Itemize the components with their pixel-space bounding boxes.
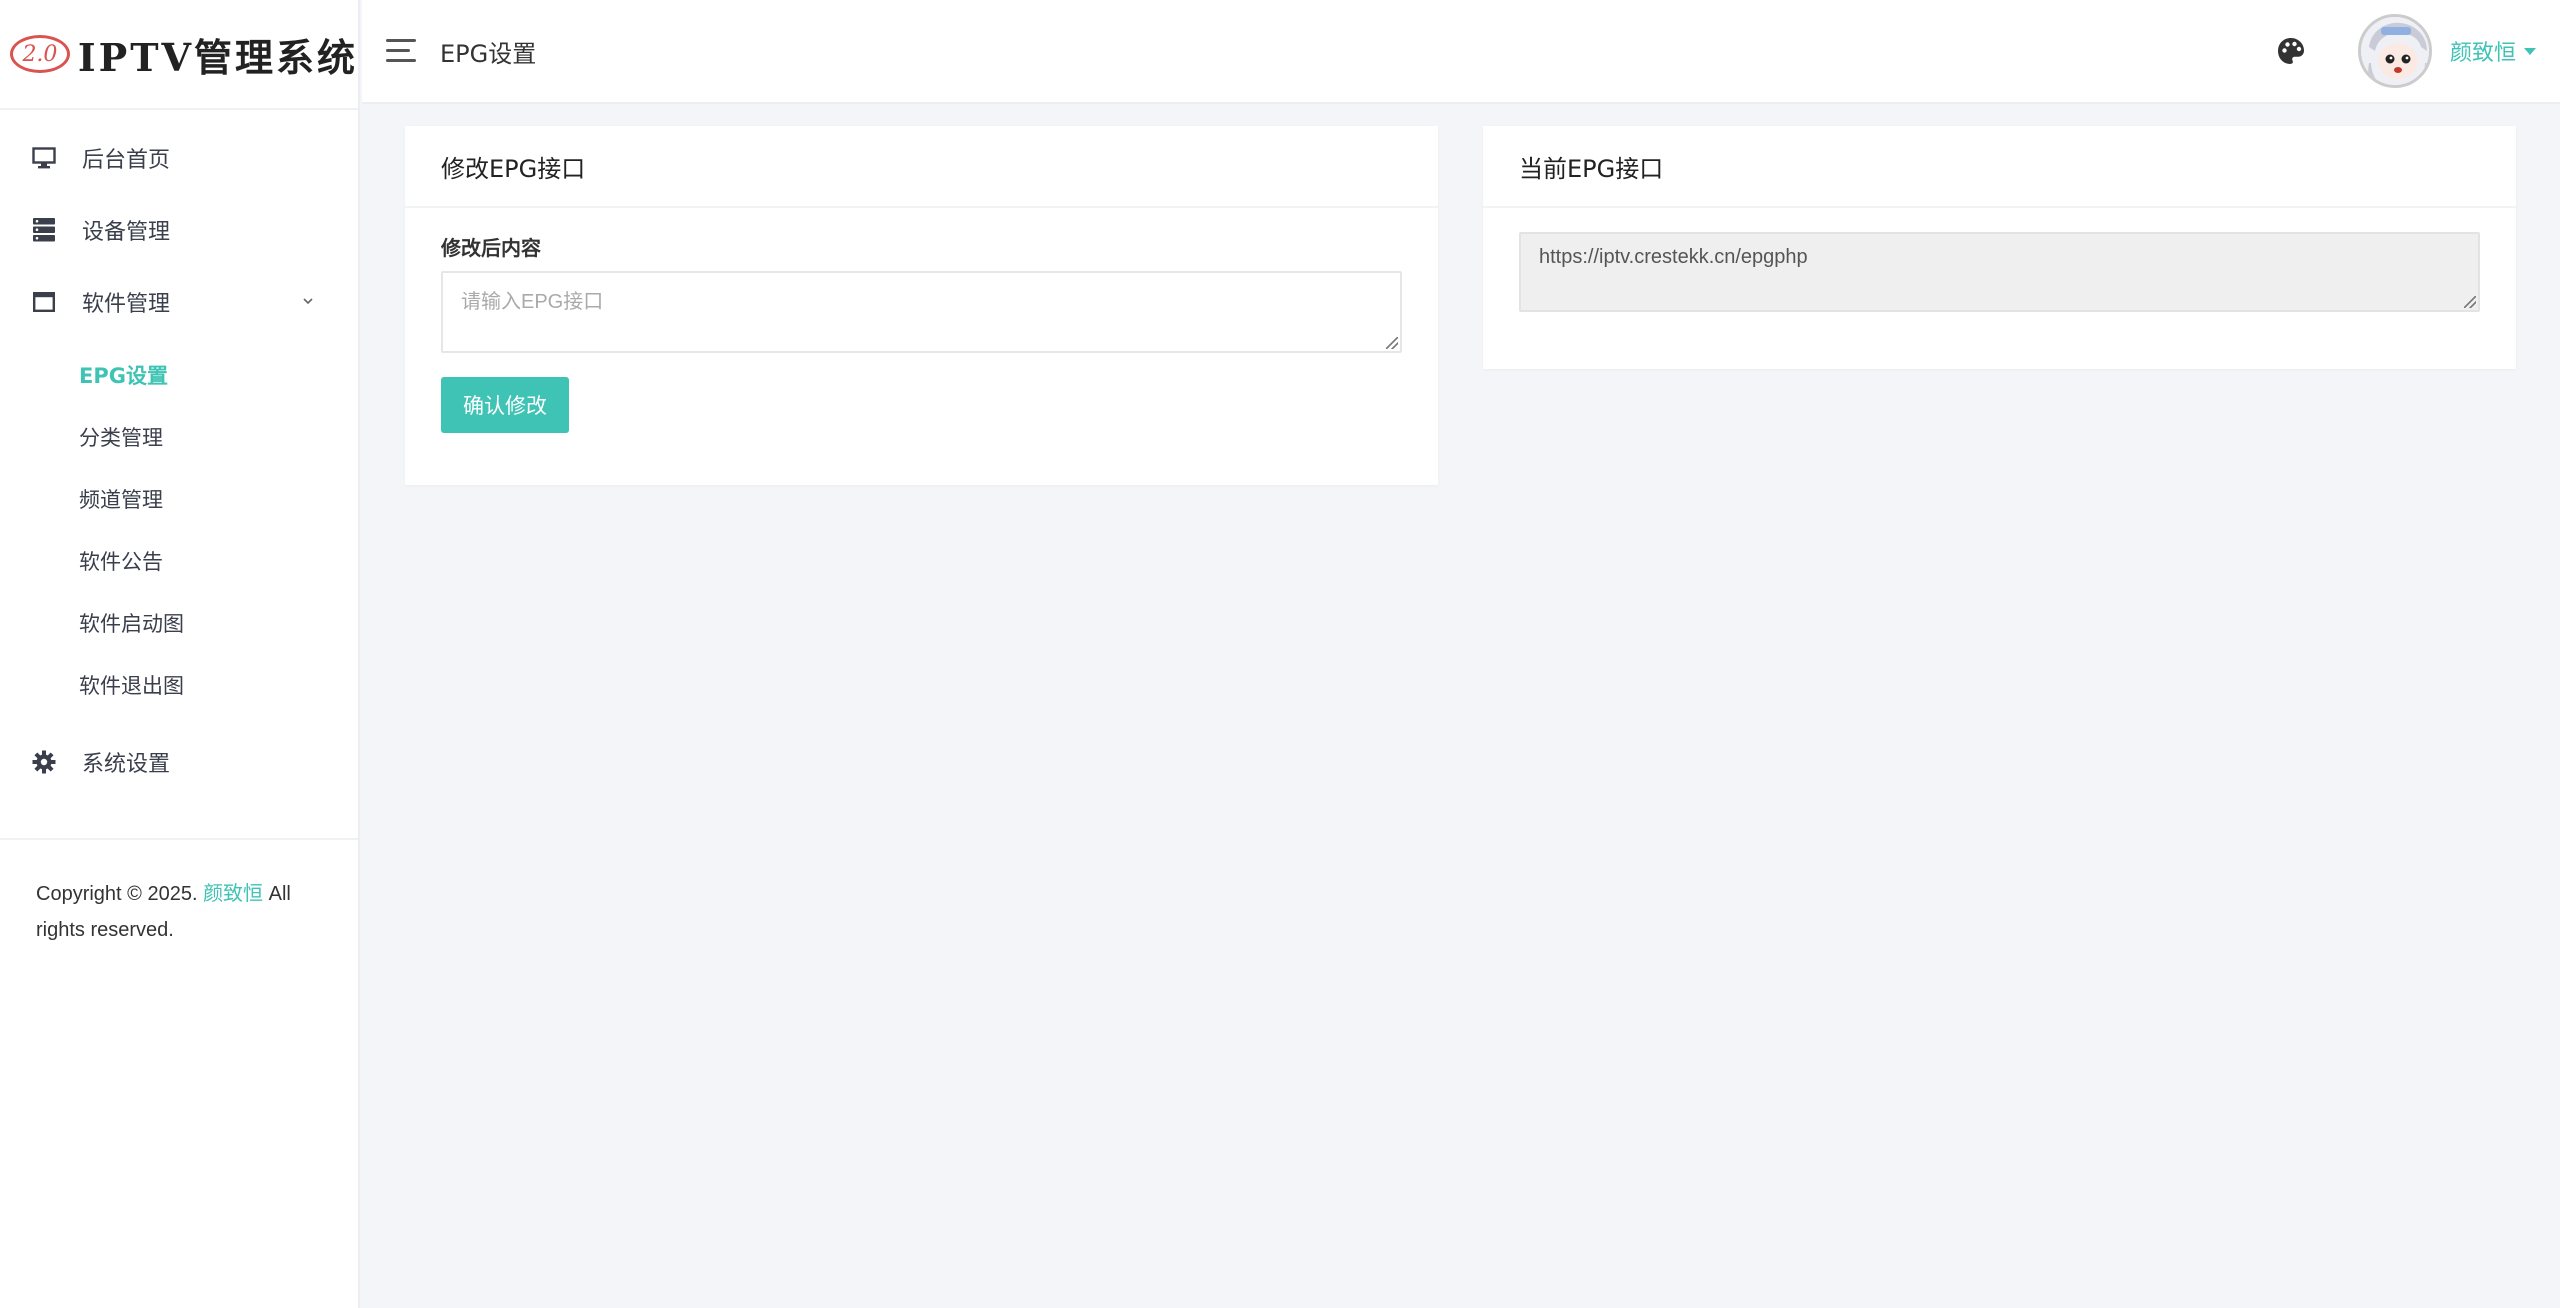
current-epg-card: 当前EPG接口 https://iptv.crestekk.cn/epgphp	[1483, 126, 2516, 369]
sidebar-item-software[interactable]: 软件管理	[0, 266, 358, 338]
header-right: 颜致恒	[2274, 0, 2560, 102]
sidebar-item-settings[interactable]: 系统设置	[0, 726, 358, 798]
current-epg-card-title: 当前EPG接口	[1483, 126, 2516, 208]
software-submenu: EPG设置 分类管理 频道管理 软件公告 软件启动图 软件退出图	[0, 338, 358, 726]
menu-toggle-icon[interactable]	[386, 39, 420, 63]
monitor-icon	[32, 146, 56, 170]
sidebar-item-label: 软件管理	[82, 292, 171, 317]
caret-down-icon[interactable]	[2524, 47, 2536, 55]
new-content-label: 修改后内容	[441, 236, 541, 260]
sidebar-subitem-splash[interactable]: 软件启动图	[0, 592, 358, 654]
brand-title: IPTV管理系统	[77, 34, 358, 80]
top-header: EPG设置 颜致恒	[362, 0, 2560, 104]
sidebar-item-label: 后台首页	[82, 148, 171, 173]
sidebar-item-devices[interactable]: 设备管理	[0, 194, 358, 266]
sidebar: 2.0 IPTV管理系统 后台首页 设备管理 软件管理 EPG设置 分类管理 频…	[0, 0, 360, 1308]
chevron-down-icon	[302, 290, 314, 309]
window-icon	[32, 290, 56, 314]
edit-epg-card-title: 修改EPG接口	[405, 126, 1438, 208]
sidebar-subitem-channel[interactable]: 频道管理	[0, 468, 358, 530]
resize-handle-icon[interactable]	[2464, 296, 2476, 308]
sidebar-subitem-exit-image[interactable]: 软件退出图	[0, 654, 358, 716]
sidebar-item-label: 系统设置	[82, 752, 171, 777]
server-icon	[32, 218, 56, 242]
copyright-author-link[interactable]: 颜致恒	[203, 883, 263, 905]
sidebar-nav: 后台首页 设备管理 软件管理 EPG设置 分类管理 频道管理 软件公告 软件启动…	[0, 110, 358, 798]
epg-input[interactable]: 请输入EPG接口	[441, 271, 1402, 353]
copyright-prefix: Copyright © 2025.	[36, 883, 204, 905]
version-badge: 2.0	[10, 35, 70, 73]
avatar[interactable]	[2357, 14, 2432, 88]
sidebar-item-label: 设备管理	[82, 220, 171, 245]
resize-handle-icon[interactable]	[1386, 337, 1398, 349]
brand-logo[interactable]: 2.0 IPTV管理系统	[0, 0, 358, 110]
current-epg-field: https://iptv.crestekk.cn/epgphp	[1519, 232, 2480, 312]
sidebar-subitem-category[interactable]: 分类管理	[0, 406, 358, 468]
current-epg-value: https://iptv.crestekk.cn/epgphp	[1539, 246, 1808, 268]
copyright-text: Copyright © 2025. 颜致恒 All rights reserve…	[0, 840, 358, 948]
palette-icon[interactable]	[2274, 34, 2308, 68]
sidebar-subitem-epg[interactable]: EPG设置	[0, 344, 358, 406]
username-dropdown[interactable]: 颜致恒	[2450, 35, 2516, 67]
sidebar-subitem-announcement[interactable]: 软件公告	[0, 530, 358, 592]
confirm-button[interactable]: 确认修改	[441, 377, 569, 433]
page-title: EPG设置	[440, 39, 537, 68]
edit-epg-card: 修改EPG接口 修改后内容 请输入EPG接口 确认修改	[405, 126, 1438, 485]
gear-icon	[32, 750, 56, 774]
sidebar-item-dashboard[interactable]: 后台首页	[0, 122, 358, 194]
